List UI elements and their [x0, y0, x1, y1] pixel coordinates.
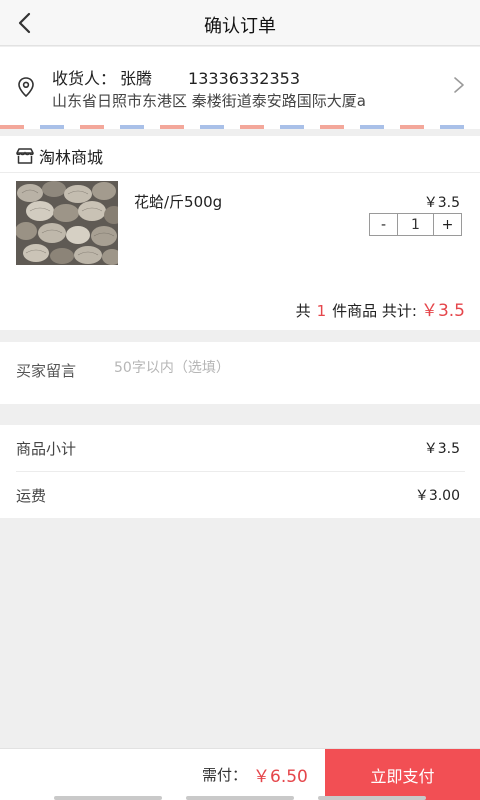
- remark-input[interactable]: [114, 354, 454, 382]
- pay-now-button[interactable]: 立即支付: [325, 749, 480, 800]
- recipient-name: 张腾: [120, 69, 153, 88]
- clams-photo: [16, 181, 118, 265]
- address-envelope-stripe: [0, 125, 480, 129]
- address-detail: 山东省日照市东港区 秦楼街道泰安路国际大厦a: [52, 92, 366, 110]
- total-suffix: 件商品 共计:: [332, 302, 417, 320]
- shipping-row: 运费 ￥3.00: [0, 472, 480, 518]
- total-prefix: 共: [295, 302, 311, 320]
- quantity-stepper[interactable]: - 1 +: [369, 213, 462, 236]
- gesture-bar-center: [186, 796, 294, 800]
- gesture-bar-right: [318, 796, 426, 800]
- pay-amount: ￥6.50: [253, 767, 308, 787]
- subtotal-row: 商品小计 ￥3.5: [0, 425, 480, 471]
- shop-divider: [0, 172, 480, 173]
- shipping-label: 运费: [16, 487, 47, 505]
- nav-header: 确认订单: [0, 0, 480, 46]
- gesture-bar-left: [54, 796, 162, 800]
- recipient-label: 收货人：: [52, 69, 117, 88]
- chevron-right-icon: [454, 77, 464, 93]
- shop-icon: [16, 148, 34, 164]
- remark-label: 买家留言: [16, 362, 77, 380]
- product-price: ￥3.5: [423, 195, 460, 211]
- subtotal-label: 商品小计: [16, 440, 77, 458]
- total-item-count: 1: [316, 302, 327, 320]
- page-title: 确认订单: [204, 16, 276, 37]
- product-name[interactable]: 花蛤/斤500g: [134, 191, 222, 212]
- product-image[interactable]: [16, 181, 118, 265]
- shipping-value: ￥3.00: [414, 488, 460, 504]
- pay-label: 需付：: [202, 766, 248, 784]
- quantity-plus-button[interactable]: +: [433, 214, 461, 235]
- shop-name: 淘林商城: [39, 148, 104, 167]
- location-pin-icon: [18, 77, 34, 98]
- shipping-address-card[interactable]: 收货人： 张腾 13336332353 山东省日照市东港区 秦楼街道泰安路国际大厦a: [0, 47, 480, 125]
- recipient-phone: 13336332353: [188, 69, 301, 88]
- shop-order-card: 淘林商城 花蛤/斤500g ￥3.5 - 1 + 共 1 件商品 共计: ￥3.…: [0, 136, 480, 330]
- subtotal-value: ￥3.5: [423, 441, 460, 457]
- price-summary: 商品小计 ￥3.5 运费 ￥3.00: [0, 425, 480, 518]
- shop-total-line: 共 1 件商品 共计: ￥3.5: [296, 296, 465, 321]
- recipient-line: 收货人： 张腾 13336332353: [52, 65, 300, 89]
- quantity-value[interactable]: 1: [398, 214, 433, 235]
- quantity-minus-button[interactable]: -: [370, 214, 398, 235]
- checkout-bar: 需付： ￥6.50 立即支付: [0, 748, 480, 800]
- total-amount: ￥3.5: [420, 301, 465, 321]
- buyer-remark-row: 买家留言: [0, 342, 480, 404]
